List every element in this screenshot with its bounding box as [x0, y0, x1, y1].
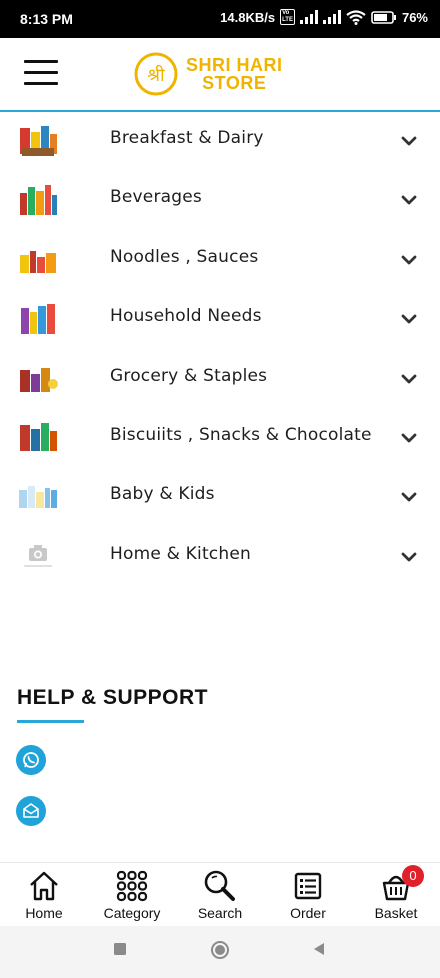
status-time: 8:13 PM	[20, 11, 73, 27]
nav-label: Basket	[374, 905, 418, 921]
chevron-down-icon[interactable]	[400, 490, 418, 504]
signal-icon	[299, 10, 318, 24]
category-item-household-needs[interactable]: Household Needs	[0, 290, 440, 349]
signal-icon-2	[322, 10, 341, 24]
nav-home[interactable]: Home	[0, 869, 88, 921]
chevron-down-icon[interactable]	[400, 312, 418, 326]
category-item-breakfast-dairy[interactable]: Breakfast & Dairy	[0, 112, 440, 171]
beverages-thumb	[20, 185, 57, 216]
nav-search[interactable]: Search	[176, 869, 264, 921]
category-item-biscuits-snacks-chocolate[interactable]: Biscuiits , Snacks & Chocolate	[0, 409, 440, 468]
nav-label: Search	[197, 905, 243, 921]
battery-percent: 76%	[401, 9, 428, 25]
category-label: Household Needs	[110, 306, 262, 327]
home-button[interactable]	[210, 940, 230, 960]
app-header: श्री SHRI HARI STORE	[0, 38, 440, 112]
wifi-icon	[346, 9, 366, 25]
menu-icon[interactable]	[24, 60, 60, 88]
recents-button[interactable]	[113, 942, 127, 956]
grocery-thumb	[20, 367, 58, 392]
order-list-icon	[294, 872, 322, 900]
category-label: Biscuiits , Snacks & Chocolate	[110, 424, 372, 445]
category-label: Beverages	[110, 187, 202, 208]
store-logo[interactable]: श्री SHRI HARI STORE	[134, 52, 283, 96]
logo-mark: श्री	[134, 52, 178, 96]
grid-icon	[116, 870, 148, 902]
bottom-nav: Home Category Search Order 0 Basket	[0, 862, 440, 926]
battery-icon	[371, 10, 396, 24]
category-list: Breakfast & Dairy Beverages Noodles , Sa…	[0, 112, 440, 587]
nav-label: Home	[25, 905, 63, 921]
home-icon	[30, 871, 58, 901]
mail-icon[interactable]	[16, 796, 46, 826]
chevron-down-icon[interactable]	[400, 193, 418, 207]
whatsapp-icon[interactable]	[16, 745, 46, 775]
category-label: Grocery & Staples	[110, 365, 268, 386]
help-support-title: HELP & SUPPORT	[17, 686, 208, 709]
chevron-down-icon[interactable]	[400, 134, 418, 148]
category-item-home-kitchen[interactable]: Home & Kitchen	[0, 528, 440, 587]
chevron-down-icon[interactable]	[400, 431, 418, 445]
back-button[interactable]	[312, 942, 326, 956]
logo-line-2: STORE	[202, 73, 267, 93]
network-speed: 14.8KB/s	[220, 9, 276, 25]
category-label: Breakfast & Dairy	[110, 128, 264, 148]
category-label: Noodles , Sauces	[110, 246, 259, 267]
volte-icon: Vo LTE	[280, 9, 295, 25]
nav-category[interactable]: Category	[88, 869, 176, 921]
baby-thumb	[19, 486, 57, 509]
basket-count-badge: 0	[402, 865, 424, 887]
svg-text:श्री: श्री	[147, 64, 165, 86]
nav-label: Order	[290, 905, 326, 921]
logo-text: SHRI HARI STORE	[186, 56, 283, 92]
status-bar: 8:13 PM 14.8KB/s Vo LTE 76%	[0, 0, 440, 38]
category-item-grocery-staples[interactable]: Grocery & Staples	[0, 350, 440, 409]
chevron-down-icon[interactable]	[400, 253, 418, 267]
nav-label: Category	[103, 905, 161, 921]
system-nav-bar	[0, 926, 440, 978]
category-label: Home & Kitchen	[110, 543, 251, 564]
nav-basket[interactable]: 0 Basket	[352, 865, 440, 921]
category-item-baby-kids[interactable]: Baby & Kids	[0, 468, 440, 527]
nav-order[interactable]: Order	[264, 869, 352, 921]
chevron-down-icon[interactable]	[400, 550, 418, 564]
category-label: Baby & Kids	[110, 484, 215, 505]
status-indicators: 14.8KB/s Vo LTE 76%	[220, 9, 428, 25]
noodles-thumb	[20, 250, 56, 273]
camera-placeholder-icon	[24, 544, 52, 567]
help-title-underline	[17, 720, 84, 723]
household-thumb	[21, 304, 55, 335]
chevron-down-icon[interactable]	[400, 372, 418, 386]
snacks-thumb	[20, 422, 57, 451]
breakfast-thumb	[20, 126, 57, 156]
search-icon	[204, 870, 235, 901]
category-item-noodles-sauces[interactable]: Noodles , Sauces	[0, 231, 440, 290]
logo-line-1: SHRI HARI	[186, 55, 283, 75]
category-item-beverages[interactable]: Beverages	[0, 171, 440, 230]
